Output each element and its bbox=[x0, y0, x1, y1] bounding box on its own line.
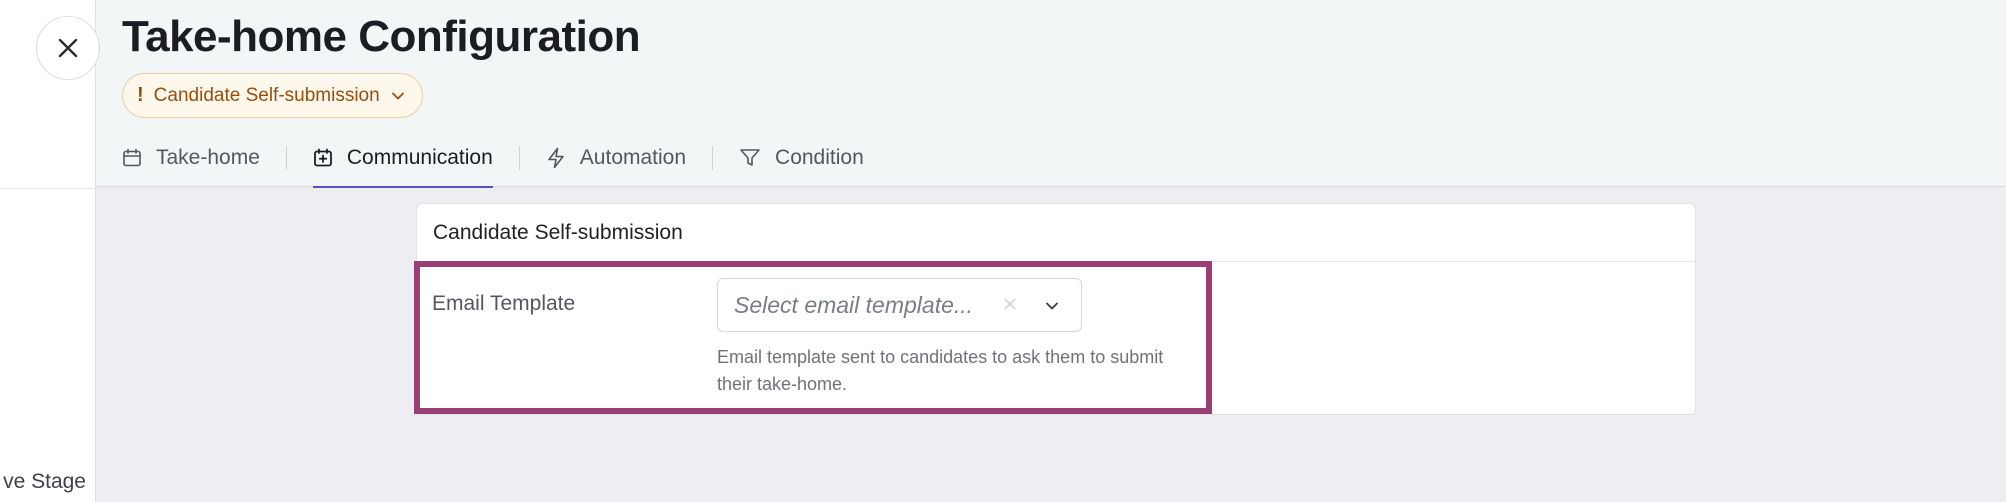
configuration-panel: Take-home Configuration ! Candidate Self… bbox=[95, 0, 2006, 502]
chevron-down-icon[interactable] bbox=[1044, 298, 1060, 314]
tab-automation[interactable]: Automation bbox=[546, 138, 686, 187]
tab-condition[interactable]: Condition bbox=[739, 138, 864, 187]
stage-chip-label: Candidate Self-submission bbox=[153, 84, 380, 106]
tab-bar: Take-home Communication Automation Condi… bbox=[122, 138, 864, 188]
background-divider bbox=[0, 188, 95, 189]
tab-label: Take-home bbox=[156, 146, 260, 169]
card-title: Candidate Self-submission bbox=[417, 204, 1695, 262]
email-template-select[interactable]: Select email template... bbox=[717, 278, 1082, 332]
tab-label: Communication bbox=[346, 146, 493, 169]
email-template-label: Email Template bbox=[432, 292, 576, 315]
lightning-icon bbox=[547, 147, 564, 169]
email-template-help: Email template sent to candidates to ask… bbox=[717, 347, 1164, 394]
tab-communication[interactable]: Communication bbox=[312, 138, 493, 188]
close-icon bbox=[58, 38, 78, 58]
tab-label: Automation bbox=[579, 146, 687, 169]
tab-divider bbox=[518, 146, 520, 170]
page-title: Take-home Configuration bbox=[122, 12, 641, 61]
tab-divider bbox=[712, 146, 714, 170]
close-button[interactable] bbox=[36, 16, 100, 80]
tab-label: Condition bbox=[775, 146, 864, 169]
tab-take-home[interactable]: Take-home bbox=[122, 138, 260, 187]
warning-icon: ! bbox=[137, 84, 144, 106]
filter-icon bbox=[740, 149, 760, 166]
calendar-plus-icon bbox=[313, 148, 332, 167]
stage-selector-chip[interactable]: ! Candidate Self-submission bbox=[122, 73, 423, 118]
tab-divider bbox=[285, 146, 287, 170]
clear-icon[interactable] bbox=[1002, 296, 1018, 312]
email-template-placeholder: Select email template... bbox=[734, 291, 974, 318]
chevron-down-icon bbox=[391, 92, 404, 99]
panel-header: Take-home Configuration ! Candidate Self… bbox=[96, 0, 2006, 188]
calendar-icon bbox=[123, 148, 141, 167]
background-stage-text: ve Stage bbox=[3, 470, 86, 493]
